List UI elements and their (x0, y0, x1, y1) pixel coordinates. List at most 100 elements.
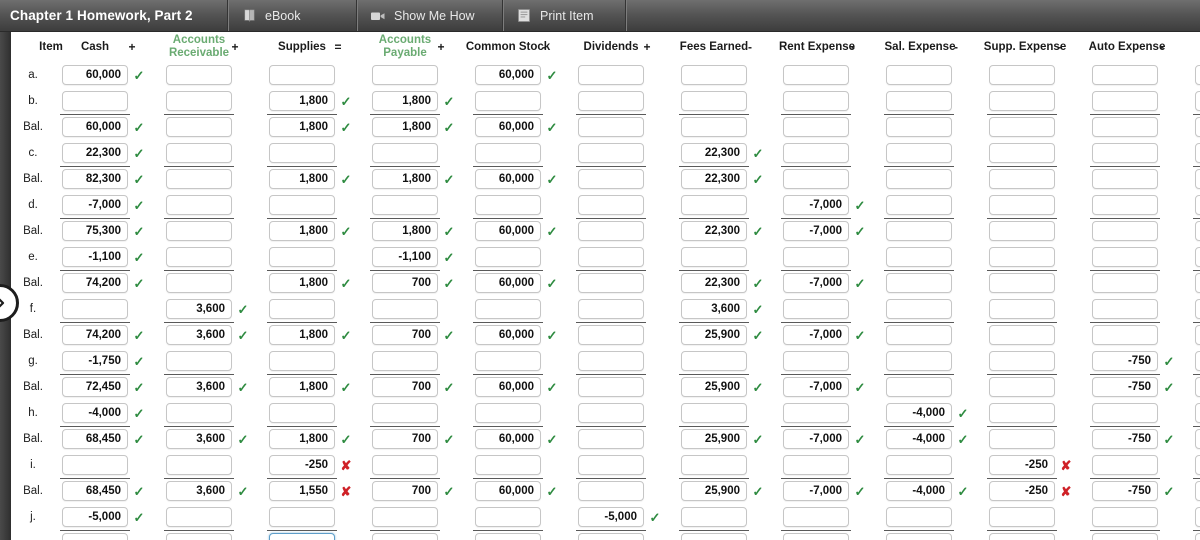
amount-input[interactable]: -4,000 (886, 429, 952, 449)
amount-input[interactable] (475, 533, 541, 540)
amount-input[interactable] (62, 299, 128, 319)
amount-input[interactable] (578, 117, 644, 137)
amount-input[interactable] (62, 533, 128, 540)
amount-input[interactable] (783, 247, 849, 267)
amount-input[interactable]: 3,600 (166, 429, 232, 449)
amount-input[interactable] (989, 507, 1055, 527)
amount-input[interactable] (166, 221, 232, 241)
amount-input[interactable] (1092, 169, 1158, 189)
amount-input[interactable]: -750 (1092, 429, 1158, 449)
amount-input[interactable] (886, 533, 952, 540)
amount-input[interactable] (62, 455, 128, 475)
amount-input[interactable]: 3,600 (166, 299, 232, 319)
amount-input[interactable] (62, 91, 128, 111)
amount-input[interactable] (578, 299, 644, 319)
amount-input[interactable] (166, 455, 232, 475)
amount-input[interactable] (886, 91, 952, 111)
amount-input[interactable]: 1,800 (372, 117, 438, 137)
amount-input[interactable] (886, 221, 952, 241)
amount-input[interactable] (166, 351, 232, 371)
amount-input[interactable] (783, 351, 849, 371)
amount-input[interactable]: -1,100 (372, 247, 438, 267)
amount-input[interactable]: 60,000 (475, 169, 541, 189)
amount-input[interactable] (1195, 91, 1200, 111)
amount-input[interactable] (989, 195, 1055, 215)
amount-input[interactable] (783, 455, 849, 475)
amount-input[interactable] (166, 91, 232, 111)
amount-input[interactable] (578, 143, 644, 163)
amount-input[interactable] (372, 299, 438, 319)
amount-input[interactable] (989, 403, 1055, 423)
amount-input[interactable] (886, 247, 952, 267)
amount-input[interactable] (1092, 455, 1158, 475)
amount-input[interactable] (886, 299, 952, 319)
amount-input[interactable] (1195, 273, 1200, 293)
amount-input[interactable]: 60,000 (475, 377, 541, 397)
amount-input[interactable] (372, 507, 438, 527)
amount-input[interactable]: 700 (372, 377, 438, 397)
amount-input[interactable] (1195, 195, 1200, 215)
amount-input[interactable]: -7,000 (783, 481, 849, 501)
amount-input[interactable] (269, 143, 335, 163)
amount-input[interactable]: 700 (372, 273, 438, 293)
amount-input[interactable]: 1,550 (269, 481, 335, 501)
amount-input[interactable] (681, 91, 747, 111)
amount-input[interactable] (886, 273, 952, 293)
tab-show-me-how[interactable]: Show Me How (358, 0, 503, 31)
amount-input[interactable]: -250 (989, 455, 1055, 475)
amount-input[interactable]: -750 (1092, 377, 1158, 397)
amount-input[interactable] (1195, 325, 1200, 345)
amount-input[interactable] (1092, 325, 1158, 345)
amount-input[interactable] (989, 65, 1055, 85)
amount-input[interactable]: 1,800 (269, 169, 335, 189)
amount-input[interactable]: -7,000 (783, 273, 849, 293)
amount-input[interactable] (1092, 65, 1158, 85)
amount-input[interactable] (1195, 221, 1200, 241)
amount-input[interactable] (166, 65, 232, 85)
amount-input[interactable] (269, 65, 335, 85)
amount-input[interactable] (989, 247, 1055, 267)
amount-input[interactable] (269, 403, 335, 423)
amount-input[interactable]: 60,000 (475, 221, 541, 241)
amount-input[interactable] (1195, 377, 1200, 397)
amount-input[interactable] (578, 169, 644, 189)
amount-input[interactable] (886, 455, 952, 475)
amount-input[interactable] (989, 429, 1055, 449)
amount-input[interactable] (578, 221, 644, 241)
amount-input[interactable]: -7,000 (783, 377, 849, 397)
amount-input[interactable] (1195, 143, 1200, 163)
amount-input[interactable] (1092, 403, 1158, 423)
amount-input[interactable]: -5,000 (62, 507, 128, 527)
amount-input[interactable]: -750 (1092, 481, 1158, 501)
amount-input[interactable]: 60,000 (475, 481, 541, 501)
tab-ebook[interactable]: eBook (229, 0, 357, 31)
amount-input[interactable]: 700 (372, 481, 438, 501)
amount-input[interactable] (166, 195, 232, 215)
amount-input[interactable] (372, 455, 438, 475)
amount-input[interactable]: 60,000 (475, 429, 541, 449)
amount-input[interactable] (989, 377, 1055, 397)
amount-input[interactable]: 60,000 (475, 273, 541, 293)
amount-input[interactable] (166, 117, 232, 137)
amount-input[interactable] (578, 403, 644, 423)
amount-input[interactable] (578, 325, 644, 345)
amount-input[interactable]: 60,000 (475, 117, 541, 137)
amount-input[interactable] (578, 91, 644, 111)
amount-input[interactable] (989, 273, 1055, 293)
amount-input[interactable] (1092, 533, 1158, 540)
amount-input[interactable] (783, 117, 849, 137)
amount-input[interactable]: 1,800 (372, 221, 438, 241)
amount-input[interactable]: 3,600 (166, 481, 232, 501)
amount-input[interactable]: -1,750 (62, 351, 128, 371)
amount-input[interactable] (1092, 247, 1158, 267)
amount-input[interactable] (783, 507, 849, 527)
amount-input[interactable]: 74,200 (62, 325, 128, 345)
amount-input[interactable] (1195, 403, 1200, 423)
amount-input[interactable] (1195, 429, 1200, 449)
amount-input[interactable]: -7,000 (783, 195, 849, 215)
amount-input[interactable]: 72,450 (62, 377, 128, 397)
amount-input[interactable]: 1,800 (269, 377, 335, 397)
amount-input[interactable] (1195, 169, 1200, 189)
amount-input[interactable] (1195, 351, 1200, 371)
amount-input[interactable] (1195, 247, 1200, 267)
